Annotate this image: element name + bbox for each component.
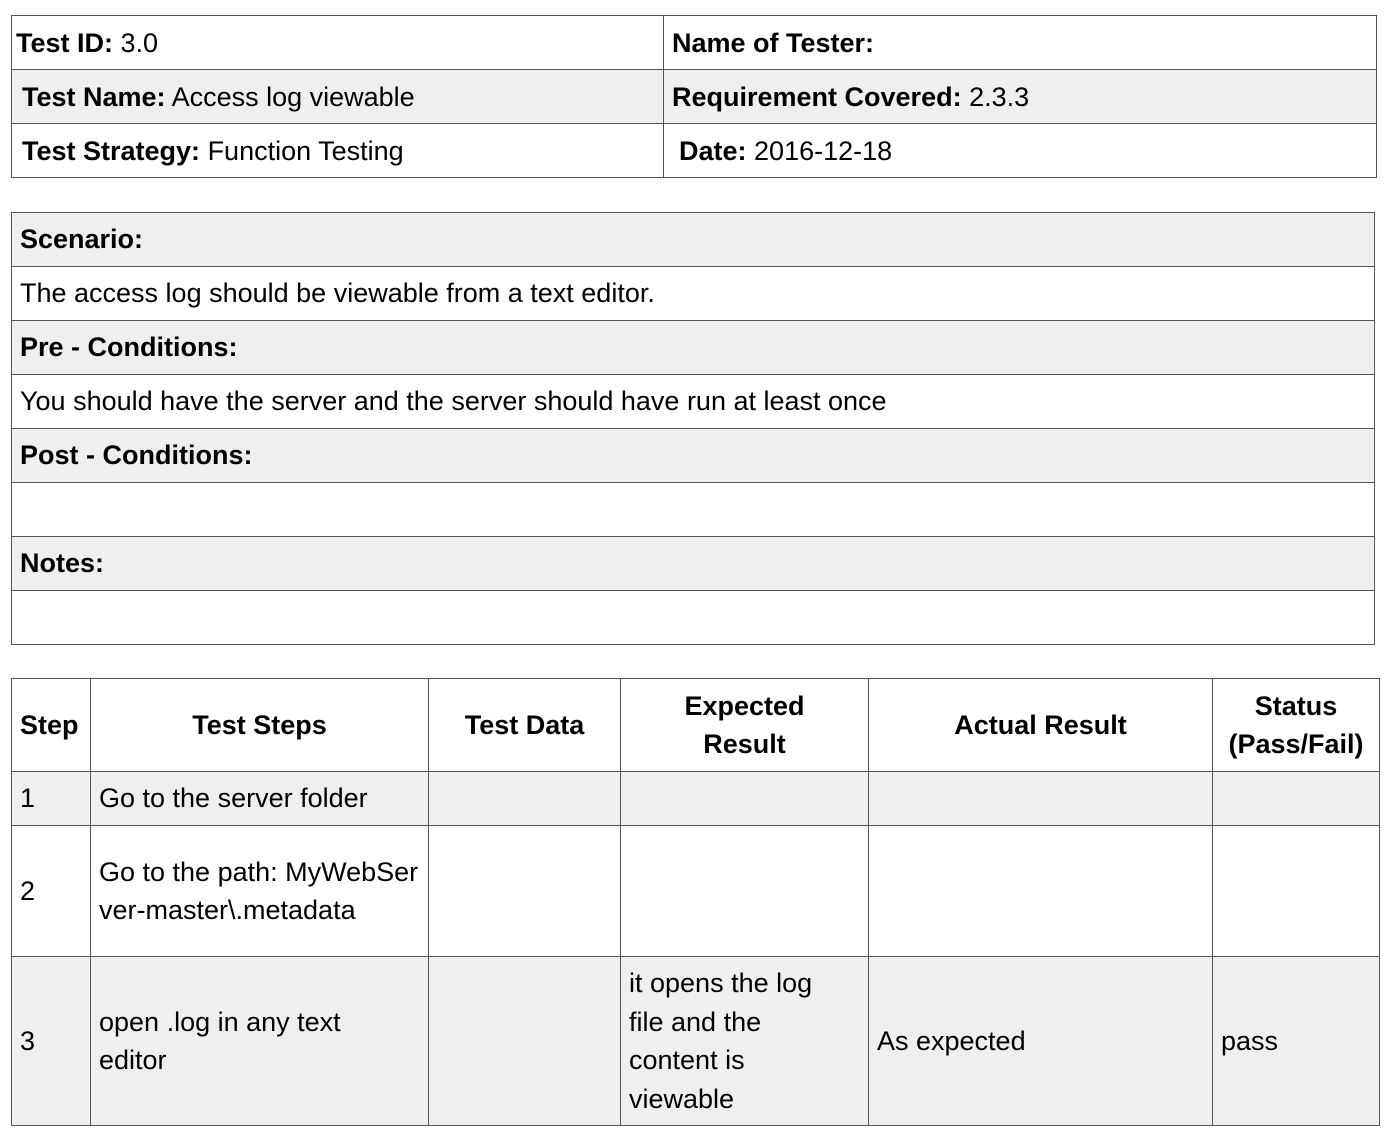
post-conditions-label: Post - Conditions: (11, 428, 1375, 483)
date-value: 2016-12-18 (754, 135, 893, 166)
tester-cell: Name of Tester: (663, 15, 1377, 70)
test-id-value: 3.0 (120, 27, 159, 58)
expected-result-cell: it opens the log file and the content is… (620, 956, 869, 1126)
scenario-label-row: Scenario: (11, 212, 1375, 267)
col-header-expected-result: Expected Result (620, 678, 869, 772)
test-name-value: Access log viewable (171, 81, 415, 112)
actual-result-cell: As expected (868, 956, 1213, 1126)
pre-conditions-label: Pre - Conditions: (11, 320, 1375, 375)
table-row: 3 open .log in any text editor it opens … (11, 956, 1380, 1126)
post-conditions-label-row: Post - Conditions: (11, 428, 1375, 483)
step-number: 1 (11, 771, 91, 826)
test-name-label: Test Name: (22, 81, 166, 112)
expected-result-cell (620, 825, 869, 957)
requirement-cell: Requirement Covered: 2.3.3 (663, 69, 1377, 124)
test-steps-cell: Go to the server folder (90, 771, 429, 826)
scenario-value-row: The access log should be viewable from a… (11, 266, 1375, 321)
step-number: 2 (11, 825, 91, 957)
date-label: Date: (679, 135, 747, 166)
col-header-test-steps: Test Steps (90, 678, 429, 772)
post-conditions-value (11, 482, 1375, 537)
strategy-label: Test Strategy: (22, 135, 201, 166)
test-id-label: Test ID: (16, 27, 114, 58)
notes-value-row (11, 590, 1375, 645)
test-data-cell (428, 825, 621, 957)
status-cell (1212, 825, 1380, 957)
header-row-2: Test Name: Access log viewable Requireme… (11, 69, 1377, 124)
steps-header-row: Step Test Steps Test Data Expected Resul… (11, 678, 1380, 772)
notes-label: Notes: (11, 536, 1375, 591)
status-cell: pass (1212, 956, 1380, 1126)
requirement-label: Requirement Covered: (672, 81, 962, 112)
post-conditions-value-row (11, 482, 1375, 537)
actual-result-cell (868, 771, 1213, 826)
requirement-value: 2.3.3 (969, 81, 1030, 112)
test-steps-cell: open .log in any text editor (90, 956, 429, 1126)
col-header-step: Step (11, 678, 91, 772)
scenario-label: Scenario: (11, 212, 1375, 267)
table-row: 2 Go to the path: MyWebServer-master\.me… (11, 825, 1380, 957)
pre-conditions-label-row: Pre - Conditions: (11, 320, 1375, 375)
header-row-3: Test Strategy: Function Testing Date: 20… (11, 123, 1377, 178)
date-cell: Date: 2016-12-18 (663, 123, 1377, 178)
step-number: 3 (11, 956, 91, 1126)
test-steps-cell: Go to the path: MyWebServer-master\.meta… (90, 825, 429, 957)
test-steps-table: Step Test Steps Test Data Expected Resul… (11, 678, 1380, 1126)
col-header-status: Status (Pass/Fail) (1212, 678, 1380, 772)
test-data-cell (428, 956, 621, 1126)
test-name-cell: Test Name: Access log viewable (11, 69, 664, 124)
notes-value (11, 590, 1375, 645)
col-header-test-data: Test Data (428, 678, 621, 772)
table-row: 1 Go to the server folder (11, 771, 1380, 826)
scenario-table: Scenario: The access log should be viewa… (11, 212, 1375, 645)
header-row-1: Test ID: 3.0 Name of Tester: (11, 15, 1377, 70)
pre-conditions-value-row: You should have the server and the serve… (11, 374, 1375, 429)
strategy-value: Function Testing (207, 135, 404, 166)
status-cell (1212, 771, 1380, 826)
strategy-cell: Test Strategy: Function Testing (11, 123, 664, 178)
expected-result-cell (620, 771, 869, 826)
pre-conditions-value: You should have the server and the serve… (11, 374, 1375, 429)
scenario-value: The access log should be viewable from a… (11, 266, 1375, 321)
col-header-actual-result: Actual Result (868, 678, 1213, 772)
tester-label: Name of Tester: (672, 27, 875, 58)
actual-result-cell (868, 825, 1213, 957)
test-data-cell (428, 771, 621, 826)
test-id-cell: Test ID: 3.0 (11, 15, 664, 70)
notes-label-row: Notes: (11, 536, 1375, 591)
test-header-table: Test ID: 3.0 Name of Tester: Test Name: … (11, 15, 1377, 178)
